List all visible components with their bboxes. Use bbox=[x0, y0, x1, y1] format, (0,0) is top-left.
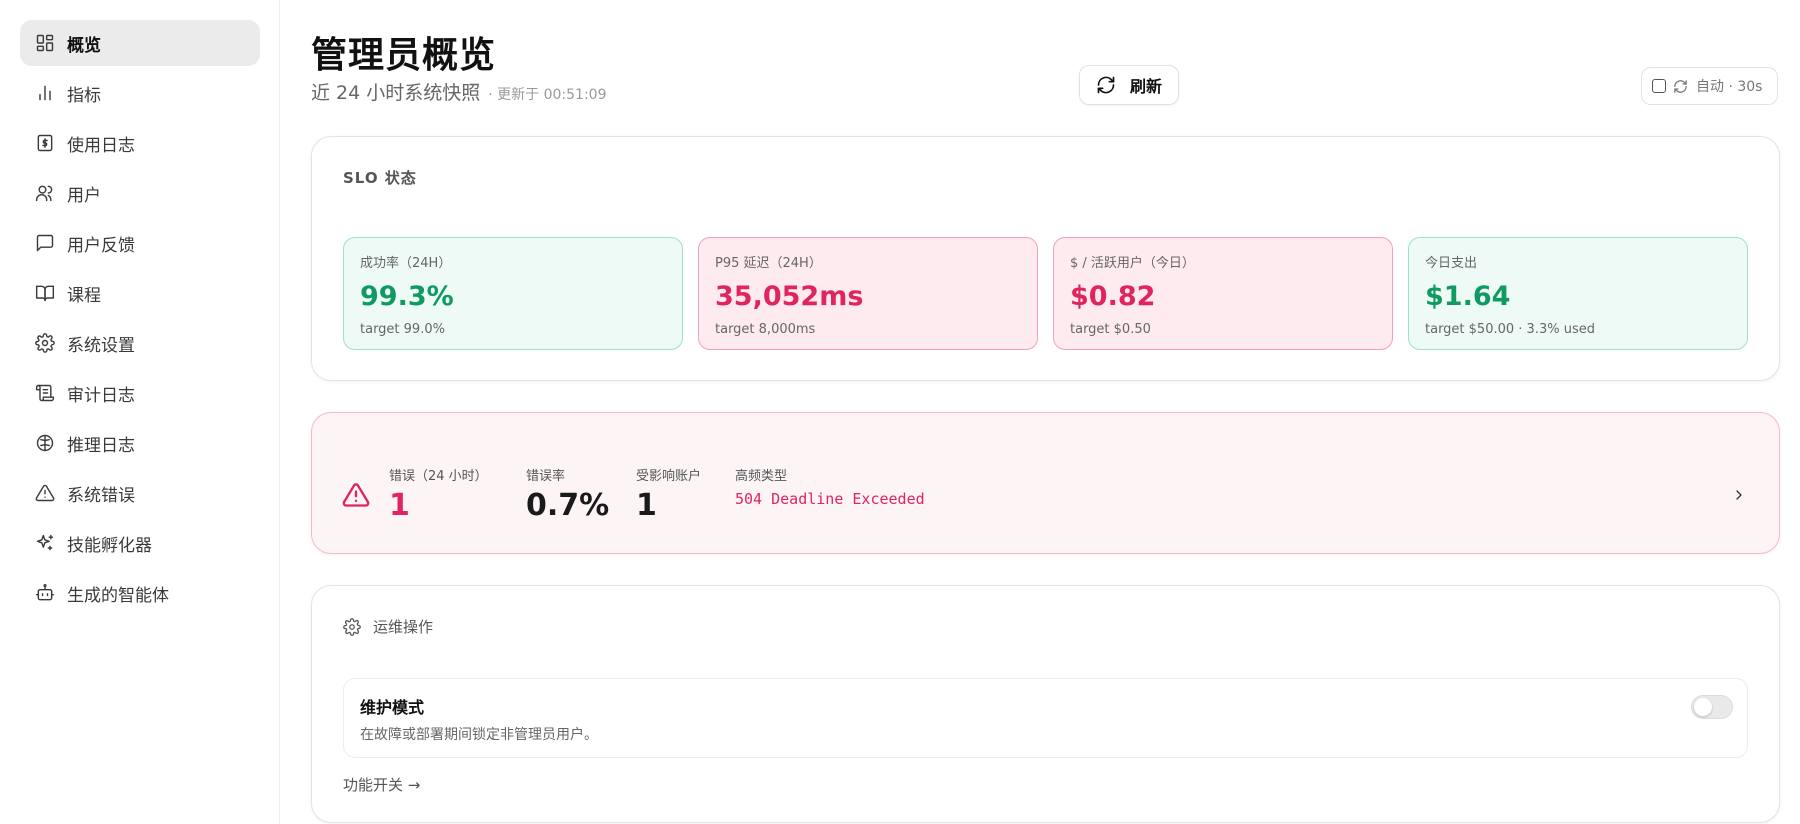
sidebar-item-usage-logs[interactable]: 使用日志 bbox=[20, 120, 260, 166]
error-count-value: 1 bbox=[389, 488, 410, 523]
errors-summary-card[interactable]: 错误（24 小时） 1 错误率 0.7% 受影响账户 1 高频类型 504 De… bbox=[311, 412, 1780, 554]
sidebar-item-label: 概览 bbox=[67, 35, 101, 56]
sidebar-item-system-errors[interactable]: 系统错误 bbox=[20, 470, 260, 516]
error-rate-value: 0.7% bbox=[526, 488, 610, 523]
chevron-right-icon[interactable] bbox=[1731, 487, 1747, 503]
metric-value: $0.82 bbox=[1070, 281, 1156, 312]
auto-refresh-label: 自动 · 30s bbox=[1696, 79, 1763, 95]
scroll-icon bbox=[35, 383, 55, 403]
metric-target: target $0.50 bbox=[1070, 322, 1151, 337]
bar-chart-icon bbox=[35, 83, 55, 103]
warning-icon bbox=[342, 481, 370, 509]
sidebar: 概览 指标 使用日志 用户 用户反馈 课程 系统设置 审计日志 推理日志 系统错… bbox=[0, 0, 280, 824]
sidebar-item-audit-logs[interactable]: 审计日志 bbox=[20, 370, 260, 416]
dollar-receipt-icon bbox=[35, 133, 55, 153]
metric-value: $1.64 bbox=[1425, 281, 1511, 312]
page-title: 管理员概览 bbox=[311, 35, 497, 76]
slo-title: SLO 状态 bbox=[343, 169, 417, 187]
sidebar-item-generated-agents[interactable]: 生成的智能体 bbox=[20, 570, 260, 616]
sidebar-item-label: 系统设置 bbox=[67, 335, 135, 356]
sidebar-item-label: 课程 bbox=[67, 285, 101, 306]
page-subtitle: 近 24 小时系统快照 bbox=[311, 82, 481, 104]
metric-target: target 8,000ms bbox=[715, 322, 816, 337]
book-icon bbox=[35, 283, 55, 303]
error-rate-label: 错误率 bbox=[526, 469, 566, 484]
auto-refresh-checkbox[interactable] bbox=[1652, 79, 1666, 93]
maintenance-mode-row: 维护模式 在故障或部署期间锁定非管理员用户。 bbox=[343, 678, 1748, 758]
sidebar-item-feedback[interactable]: 用户反馈 bbox=[20, 220, 260, 266]
error-rate: 错误率 0.7% bbox=[526, 465, 609, 523]
affected-accounts: 受影响账户 1 bbox=[636, 465, 701, 523]
refresh-label: 刷新 bbox=[1129, 77, 1162, 96]
updated-timestamp: · 更新于 00:51:09 bbox=[488, 87, 607, 103]
metric-value: 35,052ms bbox=[715, 281, 864, 312]
sidebar-item-metrics[interactable]: 指标 bbox=[20, 70, 260, 116]
refresh-small-icon bbox=[1674, 79, 1687, 93]
top-error-type: 高频类型 504 Deadline Exceeded bbox=[735, 465, 925, 508]
sidebar-item-settings[interactable]: 系统设置 bbox=[20, 320, 260, 366]
message-icon bbox=[35, 233, 55, 253]
metric-label: $ / 活跃用户（今日） bbox=[1070, 256, 1195, 271]
sidebar-item-overview[interactable]: 概览 bbox=[20, 20, 260, 66]
refresh-icon bbox=[1097, 76, 1115, 94]
sidebar-item-label: 生成的智能体 bbox=[67, 585, 169, 606]
metric-value: 99.3% bbox=[360, 281, 454, 312]
metric-p95-latency: P95 延迟（24H） 35,052ms target 8,000ms bbox=[698, 237, 1038, 350]
subtitle-row: 近 24 小时系统快照 · 更新于 00:51:09 bbox=[311, 78, 607, 105]
maintenance-title: 维护模式 bbox=[360, 698, 425, 717]
sidebar-item-label: 审计日志 bbox=[67, 385, 135, 406]
ops-card: 运维操作 维护模式 在故障或部署期间锁定非管理员用户。 功能开关 → bbox=[311, 585, 1780, 823]
metric-target: target $50.00 · 3.3% used bbox=[1425, 322, 1595, 337]
users-icon bbox=[35, 183, 55, 203]
maintenance-description: 在故障或部署期间锁定非管理员用户。 bbox=[360, 727, 598, 743]
sidebar-item-label: 系统错误 bbox=[67, 485, 135, 506]
auto-refresh-toggle[interactable]: 自动 · 30s bbox=[1641, 67, 1778, 105]
sparkles-icon bbox=[35, 533, 55, 553]
warning-icon bbox=[35, 483, 55, 503]
ops-title: 运维操作 bbox=[373, 618, 434, 636]
sidebar-item-label: 用户反馈 bbox=[67, 235, 135, 256]
affected-accounts-label: 受影响账户 bbox=[636, 469, 702, 484]
gear-icon bbox=[35, 333, 55, 353]
sidebar-item-label: 使用日志 bbox=[67, 135, 135, 156]
affected-accounts-value: 1 bbox=[636, 488, 657, 523]
metric-label: P95 延迟（24H） bbox=[715, 256, 822, 271]
error-count-label: 错误（24 小时） bbox=[389, 469, 488, 484]
error-count: 错误（24 小时） 1 bbox=[389, 465, 488, 523]
maintenance-toggle[interactable] bbox=[1691, 695, 1733, 719]
sidebar-item-inference-logs[interactable]: 推理日志 bbox=[20, 420, 260, 466]
sidebar-item-label: 推理日志 bbox=[67, 435, 135, 456]
top-error-type-value: 504 Deadline Exceeded bbox=[735, 490, 925, 508]
top-error-type-label: 高频类型 bbox=[735, 469, 788, 484]
sidebar-item-label: 技能孵化器 bbox=[67, 535, 152, 556]
slo-card: SLO 状态 成功率（24H） 99.3% target 99.0% P95 延… bbox=[311, 136, 1780, 381]
sidebar-item-courses[interactable]: 课程 bbox=[20, 270, 260, 316]
metric-label: 今日支出 bbox=[1425, 256, 1478, 271]
metric-label: 成功率（24H） bbox=[360, 256, 452, 271]
grid-icon bbox=[35, 33, 55, 53]
brain-icon bbox=[35, 433, 55, 453]
metric-cost-per-user: $ / 活跃用户（今日） $0.82 target $0.50 bbox=[1053, 237, 1393, 350]
refresh-button[interactable]: 刷新 bbox=[1079, 65, 1179, 105]
metric-daily-spend: 今日支出 $1.64 target $50.00 · 3.3% used bbox=[1408, 237, 1748, 350]
sidebar-item-label: 指标 bbox=[67, 85, 101, 106]
metric-target: target 99.0% bbox=[360, 322, 445, 337]
gear-icon bbox=[343, 617, 361, 636]
sidebar-item-users[interactable]: 用户 bbox=[20, 170, 260, 216]
sidebar-item-skill-incubator[interactable]: 技能孵化器 bbox=[20, 520, 260, 566]
toggle-knob bbox=[1694, 698, 1712, 716]
bot-icon bbox=[35, 583, 55, 603]
feature-flags-link[interactable]: 功能开关 → bbox=[343, 774, 420, 795]
metric-success-rate: 成功率（24H） 99.3% target 99.0% bbox=[343, 237, 683, 350]
sidebar-item-label: 用户 bbox=[67, 185, 101, 206]
ops-header: 运维操作 bbox=[343, 616, 433, 637]
